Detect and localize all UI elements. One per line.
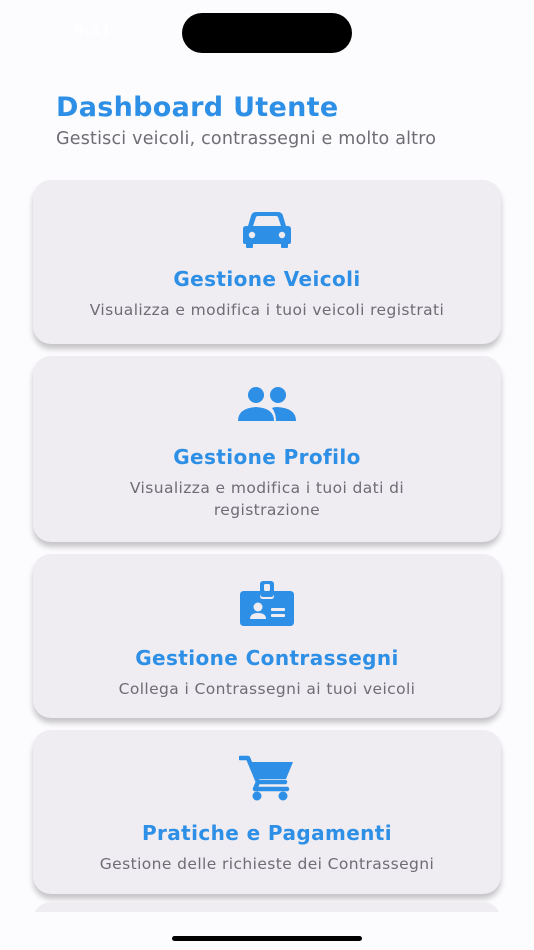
cart-icon — [239, 755, 293, 801]
card-title: Pratiche e Pagamenti — [141, 821, 393, 845]
status-bar: 9:41 — [0, 0, 534, 60]
status-time: 9:41 — [74, 22, 112, 40]
card-gestione-veicoli[interactable]: Gestione Veicoli Visualizza e modifica i… — [33, 180, 501, 344]
page-title: Dashboard Utente — [56, 92, 339, 123]
home-indicator[interactable] — [172, 936, 362, 941]
people-icon — [238, 387, 296, 421]
bottom-area — [0, 912, 534, 950]
card-title: Gestione Contrassegni — [135, 646, 399, 670]
header: Dashboard Utente Gestisci veicoli, contr… — [56, 92, 514, 150]
card-description: Gestione delle richieste dei Contrassegn… — [99, 855, 435, 873]
card-list: Gestione Veicoli Visualizza e modifica i… — [33, 180, 501, 894]
card-gestione-contrassegni[interactable]: Gestione Contrassegni Collega i Contrass… — [33, 554, 501, 718]
dynamic-island — [182, 13, 352, 53]
card-gestione-profilo[interactable]: Gestione Profilo Visualizza e modifica i… — [33, 356, 501, 542]
card-description: Collega i Contrassegni ai tuoi veicoli — [118, 680, 416, 698]
card-title: Gestione Veicoli — [173, 267, 361, 291]
dashboard-screen: 9:41 Dashboard Utente Gestisci veicoli, … — [0, 0, 534, 950]
car-icon — [243, 212, 291, 248]
card-description: Visualizza e modifica i tuoi dati di reg… — [129, 479, 405, 519]
card-pratiche-pagamenti[interactable]: Pratiche e Pagamenti Gestione delle rich… — [33, 730, 501, 894]
card-description: Visualizza e modifica i tuoi veicoli reg… — [89, 301, 445, 319]
id-badge-icon — [240, 581, 294, 626]
page-subtitle: Gestisci veicoli, contrassegni e molto a… — [56, 129, 437, 149]
card-title: Gestione Profilo — [173, 445, 361, 469]
